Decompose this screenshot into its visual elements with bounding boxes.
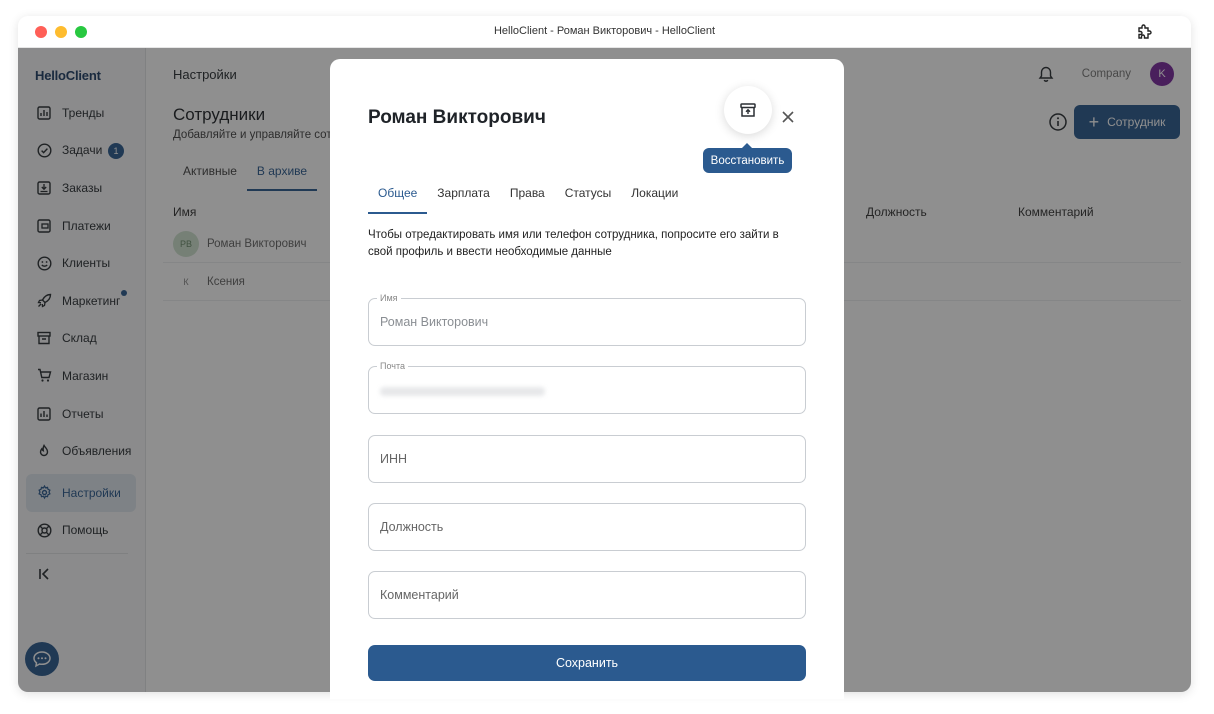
email-field[interactable]: Почта <box>368 361 806 414</box>
edit-hint-text: Чтобы отредактировать имя или телефон со… <box>368 229 779 258</box>
inn-field-placeholder: ИНН <box>380 452 408 466</box>
window-titlebar: HelloClient - Роман Викторович - HelloCl… <box>18 16 1191 48</box>
employee-modal: Роман Викторович Восстановить Общее Зарп… <box>330 59 844 699</box>
tab-general[interactable]: Общее <box>368 185 428 214</box>
comment-field-placeholder: Комментарий <box>380 588 459 602</box>
name-field-label: Имя <box>377 293 401 303</box>
extension-icon[interactable] <box>1135 23 1153 41</box>
tab-salary[interactable]: Зарплата <box>427 185 500 214</box>
position-field[interactable]: Должность <box>368 503 806 551</box>
save-button[interactable]: Сохранить <box>368 645 806 681</box>
tab-permissions[interactable]: Права <box>500 185 555 214</box>
name-field[interactable]: Имя Роман Викторович <box>368 293 806 346</box>
position-field-placeholder: Должность <box>380 520 444 534</box>
restore-button[interactable] <box>724 86 772 134</box>
restore-tooltip: Восстановить <box>703 143 792 173</box>
tab-statuses[interactable]: Статусы <box>555 185 622 214</box>
name-field-value: Роман Викторович <box>380 315 489 329</box>
window-title: HelloClient - Роман Викторович - HelloCl… <box>493 25 716 37</box>
email-field-label: Почта <box>377 361 408 371</box>
email-field-redacted-value <box>380 387 545 396</box>
modal-tabs: Общее Зарплата Права Статусы Локации <box>368 185 688 214</box>
modal-title: Роман Викторович <box>368 107 546 128</box>
comment-field[interactable]: Комментарий <box>368 571 806 619</box>
tab-locations[interactable]: Локации <box>621 185 688 214</box>
inn-field[interactable]: ИНН <box>368 435 806 483</box>
close-icon[interactable] <box>780 109 796 125</box>
archive-restore-icon <box>740 103 756 117</box>
